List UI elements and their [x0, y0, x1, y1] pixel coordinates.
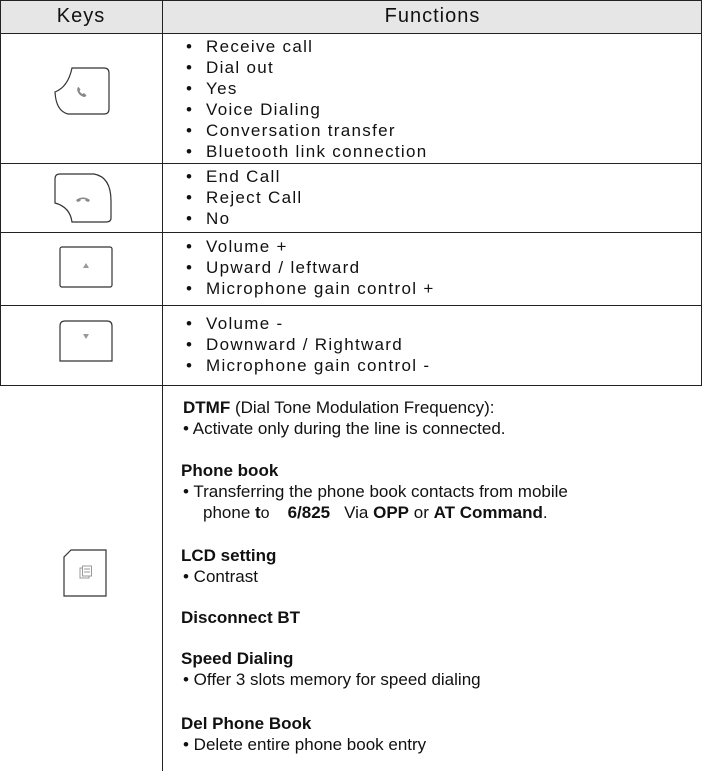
call-key-icon [54, 67, 110, 120]
list-item: • Activate only during the line is conne… [183, 419, 506, 438]
header-functions: Functions [163, 0, 702, 33]
list-item: End Call [186, 166, 303, 187]
del-phone-book-section: Del Phone Book • Delete entire phone boo… [181, 713, 426, 755]
down-key-icon [59, 320, 113, 367]
list-item: Bluetooth link connection [186, 141, 428, 162]
list-item: Volume - [186, 313, 430, 334]
section-title: Del Phone Book [181, 714, 312, 733]
table-left-border [0, 0, 1, 163]
list-item: Dial out [186, 57, 428, 78]
list-item: • Delete entire phone book entry [183, 735, 427, 754]
row-divider [0, 305, 702, 306]
disconnect-bt-section: Disconnect BT [181, 607, 300, 628]
up-key-icon [59, 246, 113, 293]
list-item: Microphone gain control + [186, 278, 435, 299]
list-item: • Offer 3 slots memory for speed dialing [183, 670, 481, 689]
dtmf-section: DTMF (Dial Tone Modulation Frequency): •… [181, 397, 506, 439]
section-title: LCD setting [181, 546, 277, 565]
section-title: Speed Dialing [181, 649, 294, 668]
row-2-functions: End Call Reject Call No [186, 166, 303, 229]
list-item: Yes [186, 78, 428, 99]
list-item-continuation: phone to 6/825 Via OPP or AT Command. [203, 503, 548, 522]
end-call-key-icon [54, 173, 112, 228]
list-item: Receive call [186, 36, 428, 57]
list-item: • Contrast [183, 567, 258, 586]
list-item: Upward / leftward [186, 257, 435, 278]
row-divider [0, 163, 702, 164]
section-title: DTMF [183, 398, 231, 417]
row-3-functions: Volume + Upward / leftward Microphone ga… [186, 236, 435, 299]
section-subtitle: (Dial Tone Modulation Frequency): [230, 398, 495, 417]
row-divider [0, 232, 702, 233]
menu-key-icon [63, 549, 107, 602]
speed-dialing-section: Speed Dialing • Offer 3 slots memory for… [181, 648, 481, 690]
row-4-functions: Volume - Downward / Rightward Microphone… [186, 313, 430, 376]
list-item: Reject Call [186, 187, 303, 208]
row-divider [0, 385, 702, 386]
table-top-border [0, 0, 702, 1]
model-code: 6/825 [287, 503, 331, 522]
list-item: Downward / Rightward [186, 334, 430, 355]
list-item: Microphone gain control - [186, 355, 430, 376]
phone-book-section: Phone book • Transferring the phone book… [181, 460, 568, 524]
list-item: Conversation transfer [186, 120, 428, 141]
list-item: Voice Dialing [186, 99, 428, 120]
header-divider [0, 33, 702, 34]
list-item: Volume + [186, 236, 435, 257]
row-1-functions: Receive call Dial out Yes Voice Dialing … [186, 36, 428, 162]
list-item: • Transferring the phone book contacts f… [183, 482, 568, 501]
section-title: Disconnect BT [181, 608, 301, 627]
lcd-setting-section: LCD setting • Contrast [181, 545, 276, 587]
table-left-border-2 [0, 163, 1, 305]
list-item: No [186, 208, 303, 229]
key-function-table: Keys Functions Receive call Dial out Yes… [0, 0, 702, 771]
header-keys: Keys [0, 0, 162, 33]
table-left-border-3 [0, 305, 1, 385]
section-title: Phone book [181, 461, 279, 480]
